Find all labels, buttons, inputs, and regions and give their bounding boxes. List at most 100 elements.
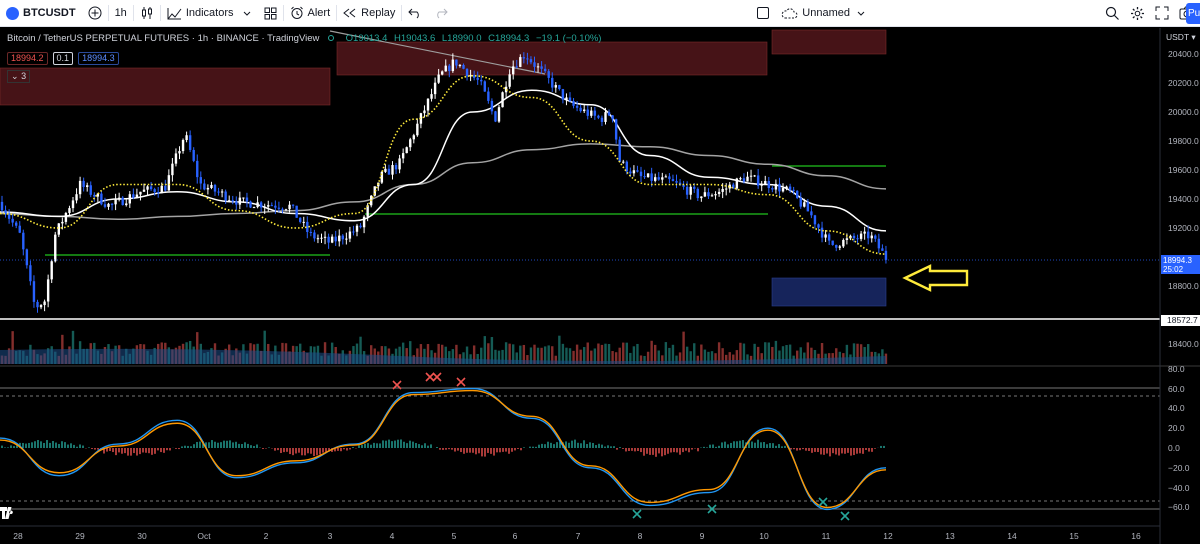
candle-body: [810, 211, 813, 216]
templates-button[interactable]: [258, 0, 283, 27]
histogram-bar: [466, 448, 468, 453]
chart-legend[interactable]: Bitcoin / TetherUS PERPETUAL FUTURES · 1…: [7, 33, 601, 44]
publish-button[interactable]: Pu: [1186, 3, 1200, 24]
layout-name-button[interactable]: Unnamed: [775, 0, 872, 27]
interval-button[interactable]: 1h: [109, 0, 133, 27]
histogram-bar: [154, 448, 156, 454]
histogram-bar: [217, 442, 219, 448]
settings-button[interactable]: [1125, 0, 1150, 27]
candle-body: [622, 161, 625, 163]
histogram-bar: [343, 448, 345, 450]
histogram-bar: [229, 440, 231, 448]
bid-price-button[interactable]: 18994.2: [7, 52, 48, 65]
candle-body: [668, 176, 671, 180]
candle-body: [884, 250, 888, 260]
candle-body: [817, 224, 820, 228]
supply-zone[interactable]: [336, 41, 768, 76]
candle-body: [515, 66, 518, 68]
histogram-bar: [580, 443, 582, 448]
chart-canvas[interactable]: [0, 28, 1200, 544]
histogram-bar: [736, 441, 738, 448]
osc-scale-label: −20.0: [1168, 462, 1190, 473]
candle-body: [845, 238, 849, 240]
candle-body: [107, 203, 110, 207]
ema-slow-line[interactable]: [0, 143, 887, 221]
histogram-bar: [379, 443, 381, 448]
chart-pane[interactable]: Bitcoin / TetherUS PERPETUAL FUTURES · 1…: [0, 28, 1200, 544]
histogram-bar: [40, 441, 42, 448]
volume-bar: [597, 343, 600, 364]
histogram-bar: [658, 448, 660, 454]
replay-button[interactable]: Replay: [337, 0, 401, 27]
candle-body: [785, 186, 788, 189]
candle-body: [575, 105, 579, 108]
fullscreen-button[interactable]: [1150, 0, 1174, 27]
histogram-bar: [538, 444, 540, 448]
indicator-count: 3: [21, 71, 27, 81]
arrow-annotation[interactable]: [902, 264, 969, 292]
histogram-bar: [436, 447, 438, 448]
histogram-bar: [742, 440, 744, 448]
histogram-bar: [109, 448, 111, 452]
candle-body: [441, 71, 444, 75]
histogram-bar: [823, 448, 825, 455]
histogram-bar: [268, 447, 270, 448]
currency-selector[interactable]: USDT ▾: [1166, 32, 1196, 43]
search-button[interactable]: [1100, 0, 1125, 27]
histogram-bar: [292, 448, 294, 456]
histogram-bar: [706, 447, 708, 448]
histogram-bar: [31, 442, 33, 448]
candle-body: [174, 153, 178, 164]
checkbox-icon: [757, 7, 770, 19]
histogram-bar: [400, 439, 402, 448]
market-status-icon: [328, 35, 335, 41]
supply-zone[interactable]: [0, 67, 331, 106]
undo-button[interactable]: [402, 0, 428, 27]
demand-zone[interactable]: [771, 277, 887, 307]
candle-body: [685, 186, 689, 195]
histogram-bar: [541, 443, 543, 448]
candle-body: [700, 196, 703, 199]
bar-countdown: 25:02: [1163, 265, 1184, 274]
oscillator-histogram: [1, 439, 885, 457]
histogram-bar: [769, 443, 771, 448]
histogram-bar: [409, 440, 411, 448]
symbol-search-button[interactable]: BTCUSDT: [0, 0, 82, 27]
candle-body: [881, 248, 884, 251]
candle-body: [433, 82, 437, 95]
candle-body: [632, 170, 636, 174]
cross-marker: [632, 509, 642, 519]
tradingview-logo-icon[interactable]: [0, 507, 18, 519]
ema-mid-line[interactable]: [0, 89, 887, 232]
histogram-bar: [685, 448, 687, 451]
candle-body: [852, 235, 856, 239]
indicators-button[interactable]: Indicators: [161, 0, 258, 27]
ask-price-button[interactable]: 18994.3: [78, 52, 119, 65]
histogram-bar: [43, 442, 45, 448]
histogram-bar: [520, 448, 522, 451]
histogram-bar: [244, 442, 246, 448]
candle-body: [579, 107, 582, 112]
histogram-bar: [490, 448, 492, 454]
candle-body: [132, 194, 135, 198]
histogram-bar: [247, 443, 249, 448]
histogram-bar: [529, 446, 531, 448]
candle-body: [256, 202, 259, 208]
candle-body: [224, 191, 227, 201]
candle-body: [78, 180, 82, 195]
candle-body: [536, 66, 540, 68]
candle-body: [643, 176, 646, 178]
indicators-toggle[interactable]: ⌄ 3: [7, 70, 31, 83]
time-axis-label: Oct: [197, 531, 211, 541]
histogram-bar: [7, 447, 9, 448]
histogram-bar: [853, 448, 855, 456]
histogram-bar: [622, 448, 624, 449]
candle-body: [146, 186, 149, 190]
alert-button[interactable]: Alert: [284, 0, 337, 27]
select-checkbox[interactable]: [751, 0, 775, 27]
histogram-bar: [637, 448, 639, 452]
redo-button[interactable]: [428, 0, 454, 27]
supply-zone[interactable]: [771, 29, 887, 55]
chart-type-button[interactable]: [134, 0, 160, 27]
compare-button[interactable]: [82, 0, 108, 27]
